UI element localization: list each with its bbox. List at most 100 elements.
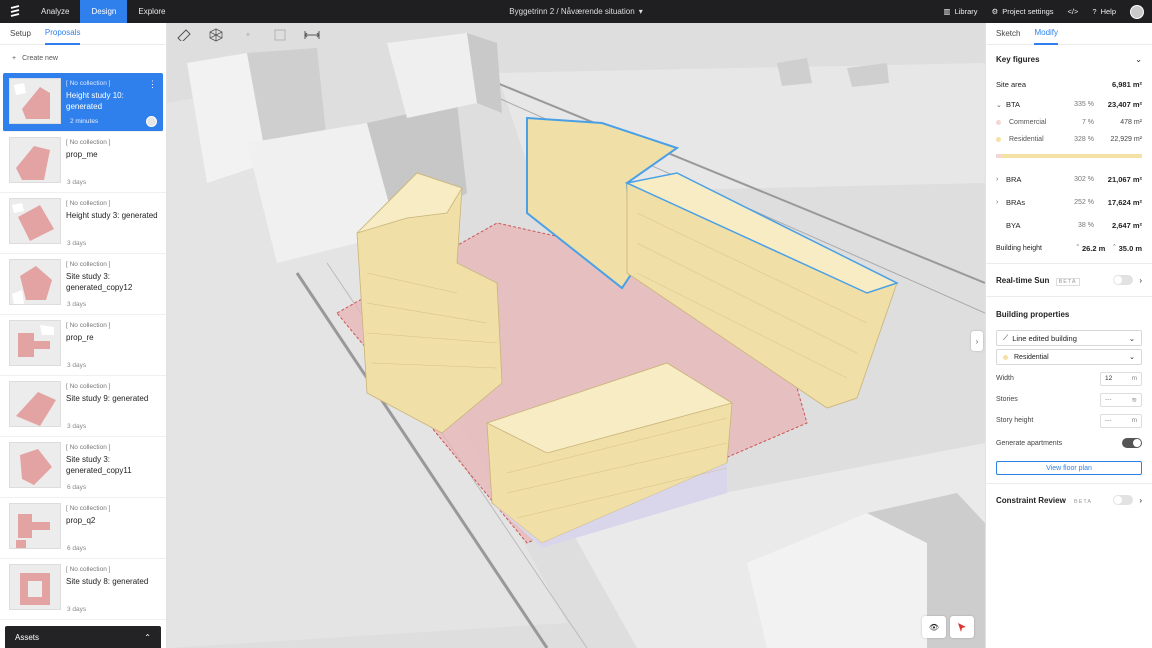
constraint-review-toggle[interactable]	[1113, 495, 1134, 505]
compass-icon	[958, 623, 966, 632]
proposal-time: 6 days	[67, 484, 87, 491]
story-height-unit: m	[1131, 417, 1137, 424]
help-button[interactable]: ? Help	[1092, 7, 1116, 16]
chevron-right-icon[interactable]: ›	[1139, 496, 1142, 505]
tab-proposals[interactable]: Proposals	[44, 23, 81, 45]
proposal-collection: [ No collection ]	[66, 322, 111, 329]
site-area-label: Site area	[996, 79, 1027, 89]
assets-label: Assets	[15, 632, 40, 642]
proposal-card[interactable]: [ No collection ] Site study 8: generated…	[0, 559, 166, 620]
tab-sketch[interactable]: Sketch	[996, 23, 1020, 45]
view-floor-plan-button[interactable]: View floor plan	[996, 461, 1142, 475]
cube-icon[interactable]	[207, 26, 225, 44]
project-settings-button[interactable]: ⚙ Project settings	[992, 7, 1054, 16]
assets-panel-toggle[interactable]: Assets ⌃	[5, 626, 161, 648]
commercial-value: 478 m²	[1120, 119, 1142, 126]
line-edit-icon: ⟋	[1003, 333, 1009, 342]
bra-value: 21,067 m²	[1107, 175, 1142, 184]
divider	[986, 483, 1152, 484]
create-new-label: Create new	[22, 54, 58, 62]
chevron-down-icon: ⌄	[1135, 54, 1142, 64]
user-avatar[interactable]	[1130, 4, 1144, 19]
arrow-down-icon: ˇ	[1076, 244, 1079, 252]
proposal-card[interactable]: [ No collection ] prop_me 3 days	[0, 132, 166, 193]
tab-explore[interactable]: Explore	[127, 0, 176, 23]
proposal-name: Height study 10: generated	[66, 91, 124, 111]
more-options-icon[interactable]: ⋮	[148, 79, 157, 90]
proposal-collection: [ No collection ]	[66, 139, 111, 146]
gear-icon: ⚙	[991, 7, 999, 16]
project-settings-label: Project settings	[1002, 7, 1054, 16]
width-input[interactable]: 12 m	[1100, 371, 1142, 386]
proposal-time: 3 days	[67, 179, 87, 186]
usage-bar	[996, 154, 1142, 158]
chevron-right-icon: ›	[996, 199, 999, 206]
building-properties-title: Building properties	[996, 309, 1070, 319]
proposal-list: [ No collection ] Height study 10: gener…	[0, 73, 166, 620]
proposal-thumbnail	[9, 564, 61, 610]
story-height-row: Story height --- m	[986, 410, 1152, 431]
measure-icon[interactable]	[303, 26, 321, 44]
crosshair-icon[interactable]: +	[239, 26, 257, 44]
3d-viewport[interactable]: + 👁 ›	[167, 23, 985, 648]
eye-icon: 👁	[928, 622, 940, 632]
tab-analyze[interactable]: Analyze	[30, 0, 80, 23]
key-figures-header[interactable]: Key figures ⌄	[986, 45, 1152, 73]
stories-row: Stories --- ≋	[986, 389, 1152, 410]
tab-modify[interactable]: Modify	[1034, 23, 1059, 45]
help-icon: ?	[1092, 7, 1097, 16]
stories-value: ---	[1105, 396, 1112, 403]
proposal-card[interactable]: [ No collection ] Site study 3: generated…	[0, 437, 166, 498]
generate-apartments-toggle[interactable]	[1122, 438, 1142, 448]
bras-row[interactable]: › BRAs 252 % 17,624 m²	[986, 191, 1152, 214]
tab-setup[interactable]: Setup	[10, 23, 31, 45]
ruler-icon[interactable]	[175, 26, 193, 44]
constraint-review-label: Constraint Review	[996, 495, 1066, 505]
chevron-right-icon: ›	[975, 336, 979, 346]
scene-render	[167, 23, 985, 648]
proposal-card[interactable]: [ No collection ] Site study 3: generated…	[0, 254, 166, 315]
chevron-right-icon[interactable]: ›	[1139, 276, 1142, 285]
bra-label: BRA	[1006, 175, 1022, 184]
code-icon: </>	[1067, 7, 1079, 16]
proposal-card[interactable]: [ No collection ] prop_re 3 days	[0, 315, 166, 376]
library-button[interactable]: ▥ Library	[944, 7, 978, 16]
collapse-right-panel-button[interactable]: ›	[971, 331, 983, 351]
realtime-sun-row: Real-time Sun BETA ›	[986, 268, 1152, 292]
proposal-thumbnail	[9, 198, 61, 244]
proposal-card[interactable]: [ No collection ] Height study 10: gener…	[3, 73, 163, 132]
story-height-input[interactable]: --- m	[1100, 413, 1142, 428]
realtime-sun-toggle[interactable]	[1113, 275, 1134, 285]
building-type-select[interactable]: ⟋ Line edited building ⌄	[996, 330, 1142, 346]
proposal-time: 3 days	[67, 423, 87, 430]
proposal-card[interactable]: [ No collection ] Site study 9: generated…	[0, 376, 166, 437]
help-label: Help	[1100, 7, 1116, 16]
code-button[interactable]: </>	[1068, 7, 1079, 16]
story-height-label: Story height	[996, 417, 1034, 424]
bta-row[interactable]: ⌄ BTA 335 % 23,407 m²	[986, 95, 1152, 114]
proposal-card[interactable]: [ No collection ] Height study 3: generat…	[0, 193, 166, 254]
bras-label: BRAs	[1006, 198, 1026, 207]
tab-design[interactable]: Design	[80, 0, 128, 23]
breadcrumb-label[interactable]: Byggetrinn 2 / Nåværende situation	[509, 7, 634, 16]
proposal-name: prop_q2	[66, 516, 96, 525]
chevron-right-icon: ›	[996, 176, 999, 183]
proposal-collection: [ No collection ]	[66, 383, 111, 390]
frame-icon[interactable]	[271, 26, 289, 44]
bra-row[interactable]: › BRA 302 % 21,067 m²	[986, 168, 1152, 191]
bta-label: BTA	[1006, 100, 1021, 109]
stories-label: Stories	[996, 396, 1018, 403]
chevron-up-icon: ⌃	[144, 632, 151, 642]
create-new-button[interactable]: + Create new	[0, 45, 166, 71]
visibility-toggle-button[interactable]: 👁	[922, 616, 946, 638]
app-logo-icon[interactable]	[0, 0, 30, 23]
building-type-value: Line edited building	[1012, 333, 1077, 343]
chevron-down-icon[interactable]: ▾	[639, 7, 643, 16]
story-height-value: ---	[1105, 417, 1112, 424]
beta-badge: BETA	[1055, 277, 1080, 286]
proposal-card[interactable]: [ No collection ] prop_q2 6 days	[0, 498, 166, 559]
stories-input[interactable]: --- ≋	[1100, 392, 1142, 407]
proposal-name: Site study 9: generated	[66, 394, 149, 403]
compass-button[interactable]	[950, 616, 974, 638]
building-use-select[interactable]: Residential ⌄	[996, 349, 1142, 365]
